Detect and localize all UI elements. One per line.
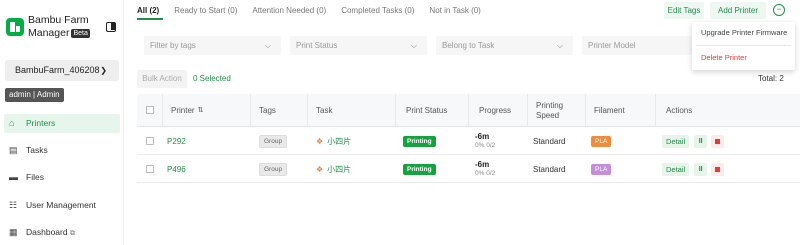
sidebar: Bambu Farm Manager Beta BambuFarm_406208 … xyxy=(0,0,124,245)
total-count: Total: 2 xyxy=(758,74,784,83)
active-tab-indicator xyxy=(137,18,163,20)
brand: Bambu Farm Manager Beta xyxy=(6,14,118,42)
selected-count: 0 Selected xyxy=(193,74,231,83)
progress-cell: -6m 0% 0/2 xyxy=(475,160,495,178)
menu-divider xyxy=(696,45,791,46)
sidebar-toggle-icon[interactable] xyxy=(106,22,116,32)
filter-task-select[interactable]: Belong to Task ⌵ xyxy=(436,36,573,55)
row-checkbox[interactable] xyxy=(146,137,154,145)
dashboard-icon: ▦ xyxy=(9,227,18,237)
printer-name-link[interactable]: P292 xyxy=(167,127,186,155)
column-printer-label: Printer xyxy=(171,105,195,115)
printer-name-link[interactable]: P496 xyxy=(167,155,186,183)
filter-model-placeholder: Printer Model xyxy=(588,41,636,50)
filter-status-placeholder: Print Status xyxy=(296,41,338,50)
filter-model-select[interactable]: Printer Model xyxy=(582,36,692,55)
speed-value: Standard xyxy=(533,164,566,174)
column-printing-speed: Printing Speed xyxy=(536,94,563,127)
sidebar-item-files[interactable]: ▬ Files xyxy=(0,168,120,187)
column-print-status: Print Status xyxy=(406,105,448,115)
bulk-action-button[interactable]: Bulk Action xyxy=(137,70,187,88)
tab-ready-to-start[interactable]: Ready to Start (0) xyxy=(174,6,237,15)
filament-badge: PLA xyxy=(591,163,612,175)
progress-text: 0% 0/2 xyxy=(475,170,496,177)
pause-icon[interactable]: II xyxy=(694,162,708,176)
home-icon: ⌂ xyxy=(9,118,15,128)
column-progress: Progress xyxy=(479,105,512,115)
device-selector[interactable]: BambuFarm_406208 ❯ xyxy=(5,60,119,81)
task-link[interactable]: 小四片 xyxy=(327,164,351,175)
column-tags: Tags xyxy=(259,105,276,115)
speed-value: Standard xyxy=(533,136,566,146)
external-link-icon: ⧉ xyxy=(69,230,75,237)
filter-tags-placeholder: Filter by tags xyxy=(150,41,196,50)
task-icon: ❖ xyxy=(316,164,324,174)
table-header: Printer ⇅ Tags Task Print Status Progres… xyxy=(137,94,800,127)
column-filament: Filament xyxy=(594,105,625,115)
filament-badge: PLA xyxy=(591,135,612,147)
sidebar-item-label: User Management xyxy=(26,200,96,210)
folder-icon: ▬ xyxy=(9,172,18,182)
tag-badge: Group xyxy=(259,162,288,176)
sidebar-item-label: Tasks xyxy=(26,145,48,155)
sidebar-item-label: Printers xyxy=(26,118,56,128)
sidebar-item-printers[interactable]: ⌂ Printers xyxy=(4,114,120,133)
filter-task-placeholder: Belong to Task xyxy=(442,41,495,50)
clipboard-icon: ▤ xyxy=(9,145,18,155)
column-actions: Actions xyxy=(666,105,693,115)
remaining-time: -6m xyxy=(475,160,490,169)
tab-bar: All (2) Ready to Start (0) Attention Neede… xyxy=(137,6,496,18)
tab-not-in-task[interactable]: Not in Task (0) xyxy=(429,6,480,15)
select-all-checkbox[interactable] xyxy=(146,106,154,114)
tag-badge: Group xyxy=(259,134,288,148)
sort-icon: ⇅ xyxy=(197,106,204,114)
chevron-down-icon: ⌵ xyxy=(264,41,271,50)
more-options-icon[interactable]: − xyxy=(773,4,785,16)
status-badge: Printing xyxy=(403,135,436,147)
detail-button[interactable]: Detail xyxy=(662,134,690,148)
device-name: BambuFarm_406208 xyxy=(15,65,100,75)
chevron-down-icon: ⌵ xyxy=(556,41,563,50)
bambu-logo xyxy=(6,18,24,36)
filter-status-select[interactable]: Print Status ⌵ xyxy=(290,36,427,55)
table-row: P292 Group ❖ 小四片 Printing -6m 0% 0/2 Sta… xyxy=(137,127,800,155)
beta-badge: Beta xyxy=(71,29,90,38)
progress-cell: -6m 0% 0/2 xyxy=(475,132,495,150)
more-options-menu: Upgrade Printer Firmware Delete Printer xyxy=(692,22,795,70)
chevron-down-icon: ⌵ xyxy=(410,41,417,50)
stop-icon[interactable] xyxy=(711,134,725,148)
users-icon: ☷ xyxy=(9,200,18,210)
sidebar-item-tasks[interactable]: ▤ Tasks xyxy=(0,141,120,160)
tab-completed-tasks[interactable]: Completed Tasks (0) xyxy=(341,6,414,15)
user-badge: admin | Admin xyxy=(5,88,64,102)
pause-icon[interactable]: II xyxy=(694,134,708,148)
table-row: P496 Group ❖ 小四片 Printing -6m 0% 0/2 Sta… xyxy=(137,155,800,183)
app-title: Bambu Farm Manager Beta xyxy=(28,14,98,40)
tab-all[interactable]: All (2) xyxy=(137,6,159,15)
edit-tags-button[interactable]: Edit Tags xyxy=(664,2,704,19)
progress-text: 0% 0/2 xyxy=(475,142,496,149)
upgrade-firmware-menu-item[interactable]: Upgrade Printer Firmware xyxy=(692,22,795,44)
chevron-down-icon: ❯ xyxy=(100,66,107,75)
tab-attention-needed[interactable]: Attention Needed (0) xyxy=(252,6,326,15)
task-link[interactable]: 小四片 xyxy=(327,136,351,147)
add-printer-button[interactable]: Add Printer xyxy=(710,2,766,19)
column-speed-line1: Printing xyxy=(536,100,564,110)
sidebar-item-user-management[interactable]: ☷ User Management xyxy=(0,196,120,215)
filter-tags-select[interactable]: Filter by tags ⌵ xyxy=(144,36,281,55)
sidebar-item-dashboard[interactable]: ▦ Dashboard ⧉ xyxy=(0,223,120,242)
task-icon: ❖ xyxy=(316,136,324,146)
column-task: Task xyxy=(316,105,333,115)
sidebar-item-label: Dashboard xyxy=(26,227,68,237)
column-speed-line2: Speed xyxy=(536,110,560,120)
stop-icon[interactable] xyxy=(711,162,725,176)
row-checkbox[interactable] xyxy=(146,165,154,173)
delete-printer-menu-item[interactable]: Delete Printer xyxy=(692,47,795,69)
detail-button[interactable]: Detail xyxy=(662,162,690,176)
sidebar-item-label: Files xyxy=(26,172,44,182)
remaining-time: -6m xyxy=(475,132,490,141)
column-printer[interactable]: Printer ⇅ xyxy=(171,94,203,127)
status-badge: Printing xyxy=(403,163,436,175)
